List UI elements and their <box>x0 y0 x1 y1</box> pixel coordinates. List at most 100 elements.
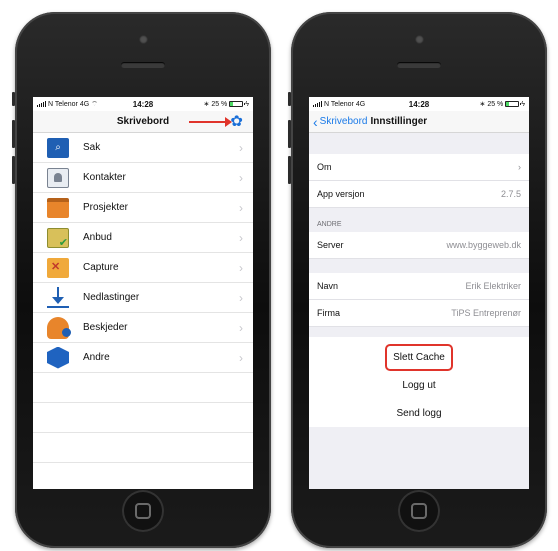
page-title: Innstillinger <box>370 116 428 127</box>
gear-icon[interactable]: ✿ <box>230 114 243 129</box>
row-firma: Firma TiPS Entreprenør <box>309 300 529 327</box>
empty-row <box>33 403 253 433</box>
navn-value: Erik Elektriker <box>465 281 521 291</box>
row-om[interactable]: Om › <box>309 154 529 181</box>
camera <box>139 35 148 44</box>
firma-value: TiPS Entreprenør <box>451 308 521 318</box>
carrier: N Telenor <box>324 100 354 108</box>
menu-item-sak[interactable]: ⌕ Sak › <box>33 133 253 163</box>
volume-down <box>12 156 15 184</box>
signal-icon <box>313 101 322 107</box>
chevron-right-icon: › <box>239 140 243 155</box>
server-value: www.byggeweb.dk <box>446 240 521 250</box>
actions-group: Slett Cache Logg ut Send logg <box>309 337 529 427</box>
menu-item-label: Sak <box>83 142 101 153</box>
logg-ut-label: Logg ut <box>402 379 436 391</box>
carrier: N Telenor <box>48 100 78 108</box>
settings-list: Om › App versjon 2.7.5 ANDRE Server www.… <box>309 133 529 489</box>
menu-item-label: Nedlastinger <box>83 292 140 303</box>
mute-switch <box>12 92 15 106</box>
phone-right: N Telenor 4G 14:28 ∗ 25 % ϟ ‹ Skrivebord… <box>288 12 547 548</box>
chevron-right-icon: › <box>239 350 243 365</box>
status-bar: N Telenor 4G 14:28 ∗ 25 % ϟ <box>309 97 529 111</box>
battery-label: 25 % <box>211 100 228 108</box>
phone-left: N Telenor 4G ⌔ 14:28 ∗ 25 % ϟ Skrivebord… <box>12 12 271 548</box>
chevron-right-icon: › <box>239 260 243 275</box>
menu-item-nedlastinger[interactable]: Nedlastinger › <box>33 283 253 313</box>
menu-item-label: Anbud <box>83 232 112 243</box>
row-label: Om <box>317 162 332 172</box>
menu-item-label: Prosjekter <box>83 202 129 213</box>
logg-ut-button[interactable]: Logg ut <box>309 371 529 399</box>
menu-item-label: Beskjeder <box>83 322 128 333</box>
navbar: ‹ Skrivebord Innstillinger <box>309 111 529 133</box>
chevron-right-icon: › <box>239 200 243 215</box>
cube-icon <box>47 346 69 369</box>
menu-item-capture[interactable]: Capture › <box>33 253 253 283</box>
app-version-value: 2.7.5 <box>500 189 521 199</box>
chevron-right-icon: › <box>518 162 521 172</box>
capture-icon <box>47 257 69 278</box>
slett-cache-label: Slett Cache <box>385 343 453 371</box>
screen-skrivebord: N Telenor 4G ⌔ 14:28 ∗ 25 % ϟ Skrivebord… <box>33 97 253 489</box>
volume-up <box>288 120 291 148</box>
navbar: Skrivebord ✿ <box>33 111 253 133</box>
row-label: App versjon <box>317 189 365 199</box>
status-time: 14:28 <box>132 99 154 109</box>
status-time: 14:28 <box>408 99 430 109</box>
menu-item-beskjeder[interactable]: Beskjeder › <box>33 313 253 343</box>
chevron-right-icon: › <box>239 320 243 335</box>
signal-icon <box>37 101 46 107</box>
speaker <box>397 62 441 68</box>
charging-icon: ϟ <box>245 100 249 108</box>
row-app-version: App versjon 2.7.5 <box>309 181 529 208</box>
download-icon <box>47 286 69 309</box>
home-button[interactable] <box>398 490 440 532</box>
menu-item-label: Andre <box>83 352 110 363</box>
camera <box>415 35 424 44</box>
battery-icon <box>229 101 246 107</box>
annotation-arrow <box>189 117 232 127</box>
volume-up <box>12 120 15 148</box>
battery-label: 25 % <box>487 100 504 108</box>
chevron-right-icon: › <box>239 290 243 305</box>
folder-icon <box>47 197 69 218</box>
menu-item-label: Capture <box>83 262 119 273</box>
slett-cache-button[interactable]: Slett Cache <box>309 343 529 371</box>
menu-item-prosjekter[interactable]: Prosjekter › <box>33 193 253 223</box>
charging-icon: ϟ <box>521 100 525 108</box>
chevron-left-icon: ‹ <box>313 113 318 130</box>
section-header-andre: ANDRE <box>317 221 342 228</box>
menu-item-label: Kontakter <box>83 172 126 183</box>
contacts-icon <box>47 167 69 188</box>
speaker <box>121 62 165 68</box>
home-button[interactable] <box>122 490 164 532</box>
stage: N Telenor 4G ⌔ 14:28 ∗ 25 % ϟ Skrivebord… <box>0 0 558 551</box>
battery-icon <box>505 101 522 107</box>
empty-row <box>33 373 253 403</box>
search-icon: ⌕ <box>47 137 69 158</box>
menu-item-anbud[interactable]: Anbud › <box>33 223 253 253</box>
mute-switch <box>288 92 291 106</box>
network: 4G <box>355 100 366 108</box>
screen-innstillinger: N Telenor 4G 14:28 ∗ 25 % ϟ ‹ Skrivebord… <box>309 97 529 489</box>
volume-down <box>288 156 291 184</box>
bluetooth-icon: ∗ <box>203 101 210 108</box>
row-label: Navn <box>317 281 339 291</box>
main-menu: ⌕ Sak › Kontakter › Prosjekter › Anbud <box>33 133 253 463</box>
wifi-icon: ⌔ <box>91 100 98 108</box>
send-logg-button[interactable]: Send logg <box>309 399 529 427</box>
chevron-right-icon: › <box>239 230 243 245</box>
menu-item-kontakter[interactable]: Kontakter › <box>33 163 253 193</box>
menu-item-andre[interactable]: Andre › <box>33 343 253 373</box>
back-label: Skrivebord <box>319 116 368 127</box>
network: 4G <box>79 100 90 108</box>
empty-row <box>33 433 253 463</box>
row-label: Server <box>317 240 344 250</box>
bell-icon <box>47 316 71 339</box>
row-server: Server www.byggeweb.dk <box>309 232 529 259</box>
back-button[interactable]: ‹ Skrivebord <box>313 113 368 130</box>
page-title: Skrivebord <box>116 116 170 127</box>
send-logg-label: Send logg <box>396 407 442 419</box>
row-navn: Navn Erik Elektriker <box>309 273 529 300</box>
